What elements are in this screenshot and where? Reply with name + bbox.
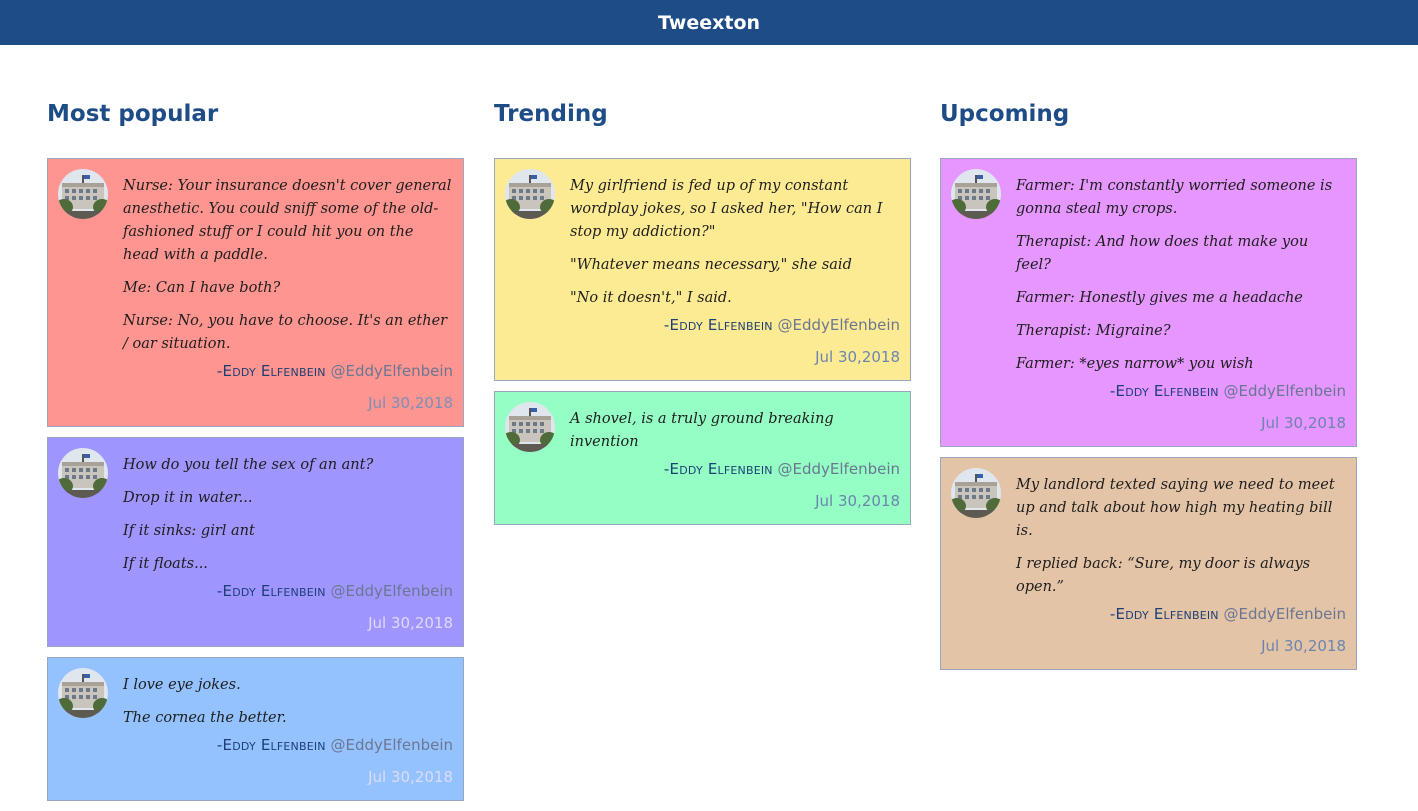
tweet-card[interactable]: How do you tell the sex of an ant? Drop … (47, 437, 464, 647)
tweet-byline: -Eddy Elfenbein @EddyElfenbein (123, 580, 453, 602)
avatar[interactable] (58, 448, 108, 498)
avatar[interactable] (951, 468, 1001, 518)
author-handle[interactable]: @EddyElfenbein (1224, 382, 1346, 400)
column-title: Upcoming (940, 101, 1070, 127)
tweet-text: "Whatever means necessary," she said (570, 257, 852, 273)
author-handle[interactable]: @EddyElfenbein (1224, 605, 1346, 623)
tweet-text: If it floats... (123, 556, 208, 572)
tweet-text: Farmer: Honestly gives me a headache (1016, 290, 1303, 306)
tweet-text: I replied back: “Sure, my door is always… (1016, 556, 1311, 595)
tweet-byline: -Eddy Elfenbein @EddyElfenbein (123, 734, 453, 756)
tweet-text: My landlord texted saying we need to mee… (1016, 477, 1335, 539)
building-photo-icon (951, 169, 1001, 219)
tweet-text: A shovel, is a truly ground breaking inv… (570, 411, 834, 450)
tweet-byline: -Eddy Elfenbein @EddyElfenbein (1016, 380, 1346, 402)
tweet-text: Therapist: Migraine? (1016, 323, 1171, 339)
tweet-text: Farmer: I'm constantly worried someone i… (1016, 178, 1333, 217)
author-name[interactable]: -Eddy Elfenbein (217, 362, 326, 380)
tweet-card[interactable]: Farmer: I'm constantly worried someone i… (940, 158, 1357, 447)
tweet-text: Farmer: *eyes narrow* you wish (1016, 356, 1254, 372)
column-trending: Trending My girlfriend is fed up of my c… (494, 94, 911, 535)
tweet-card[interactable]: Nurse: Your insurance doesn't cover gene… (47, 158, 464, 427)
tweet-text: How do you tell the sex of an ant? (123, 457, 374, 473)
tweet-text: If it sinks: girl ant (123, 523, 255, 539)
column-upcoming: Upcoming Farmer: I'm constantly worried … (940, 94, 1357, 680)
avatar[interactable] (951, 169, 1001, 219)
tweet-text: Therapist: And how does that make you fe… (1016, 234, 1309, 273)
building-photo-icon (505, 402, 555, 452)
author-handle[interactable]: @EddyElfenbein (331, 736, 453, 754)
tweet-date: Jul 30,2018 (1261, 637, 1346, 655)
tweet-date: Jul 30,2018 (815, 348, 900, 366)
author-handle[interactable]: @EddyElfenbein (778, 460, 900, 478)
building-photo-icon (58, 448, 108, 498)
app-header: Tweexton (0, 0, 1418, 45)
building-photo-icon (58, 169, 108, 219)
author-name[interactable]: -Eddy Elfenbein (217, 736, 326, 754)
tweet-date: Jul 30,2018 (368, 394, 453, 412)
column-title: Most popular (47, 101, 219, 127)
author-handle[interactable]: @EddyElfenbein (331, 582, 453, 600)
tweet-date: Jul 30,2018 (368, 768, 453, 786)
column-most-popular: Most popular Nurse: Your insurance doesn… (47, 94, 464, 811)
building-photo-icon (58, 668, 108, 718)
tweet-card[interactable]: My girlfriend is fed up of my constant w… (494, 158, 911, 381)
author-name[interactable]: -Eddy Elfenbein (664, 316, 773, 334)
author-name[interactable]: -Eddy Elfenbein (1110, 605, 1219, 623)
author-handle[interactable]: @EddyElfenbein (778, 316, 900, 334)
author-name[interactable]: -Eddy Elfenbein (664, 460, 773, 478)
tweet-card[interactable]: I love eye jokes. The cornea the better.… (47, 657, 464, 801)
building-photo-icon (951, 468, 1001, 518)
tweet-byline: -Eddy Elfenbein @EddyElfenbein (1016, 603, 1346, 625)
tweet-text: "No it doesn't," I said. (570, 290, 732, 306)
avatar[interactable] (505, 169, 555, 219)
tweet-byline: -Eddy Elfenbein @EddyElfenbein (570, 458, 900, 480)
tweet-text: I love eye jokes. (123, 677, 241, 693)
tweet-date: Jul 30,2018 (1261, 414, 1346, 432)
author-name[interactable]: -Eddy Elfenbein (217, 582, 326, 600)
author-name[interactable]: -Eddy Elfenbein (1110, 382, 1219, 400)
avatar[interactable] (505, 402, 555, 452)
tweet-byline: -Eddy Elfenbein @EddyElfenbein (123, 360, 453, 382)
avatar[interactable] (58, 668, 108, 718)
building-photo-icon (505, 169, 555, 219)
author-handle[interactable]: @EddyElfenbein (331, 362, 453, 380)
tweet-date: Jul 30,2018 (815, 492, 900, 510)
tweet-byline: -Eddy Elfenbein @EddyElfenbein (570, 314, 900, 336)
tweet-text: Drop it in water... (123, 490, 253, 506)
column-title: Trending (494, 101, 608, 127)
tweet-text: Nurse: No, you have to choose. It's an e… (123, 313, 448, 352)
tweet-card[interactable]: A shovel, is a truly ground breaking inv… (494, 391, 911, 525)
tweet-text: The cornea the better. (123, 710, 287, 726)
tweet-date: Jul 30,2018 (368, 614, 453, 632)
tweet-text: Nurse: Your insurance doesn't cover gene… (123, 178, 452, 263)
avatar[interactable] (58, 169, 108, 219)
app-title: Tweexton (657, 11, 761, 34)
tweet-card[interactable]: My landlord texted saying we need to mee… (940, 457, 1357, 670)
tweet-text: My girlfriend is fed up of my constant w… (570, 178, 883, 240)
tweet-text: Me: Can I have both? (123, 280, 281, 296)
